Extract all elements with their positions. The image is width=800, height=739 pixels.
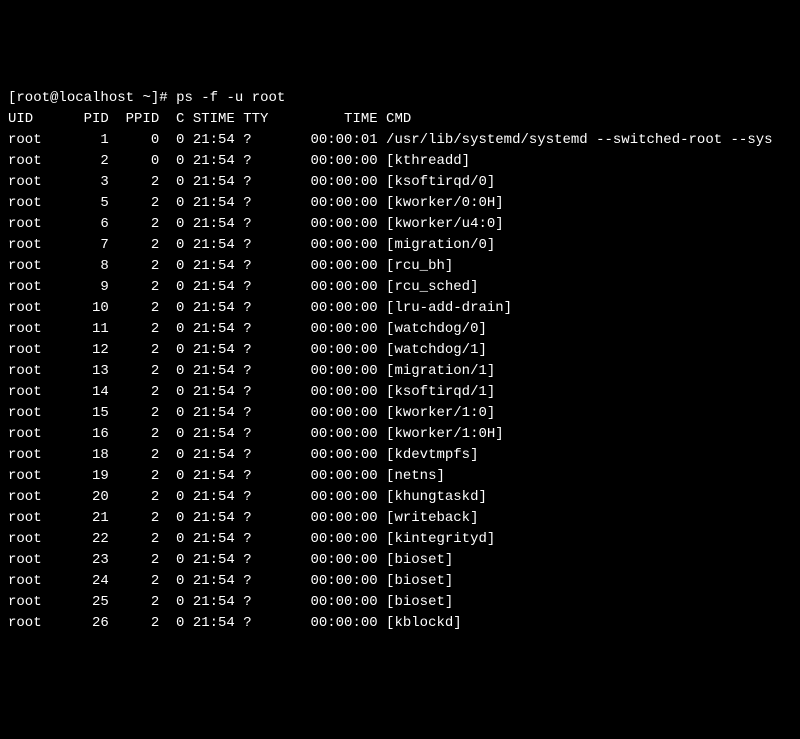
process-row: root 5 2 0 21:54 ? 00:00:00 [kworker/0:0… — [8, 195, 504, 211]
process-row: root 12 2 0 21:54 ? 00:00:00 [watchdog/1… — [8, 342, 487, 358]
process-row: root 2 0 0 21:54 ? 00:00:00 [kthreadd] — [8, 153, 470, 169]
ps-header-row: UID PID PPID C STIME TTY TIME CMD — [8, 111, 411, 127]
shell-prompt-line: [root@localhost ~]# ps -f -u root — [8, 90, 285, 106]
terminal-output[interactable]: [root@localhost ~]# ps -f -u root UID PI… — [8, 88, 792, 634]
process-row: root 8 2 0 21:54 ? 00:00:00 [rcu_bh] — [8, 258, 453, 274]
prompt-host: localhost — [58, 90, 134, 106]
process-row: root 25 2 0 21:54 ? 00:00:00 [bioset] — [8, 594, 453, 610]
prompt-dir: ~ — [142, 90, 150, 106]
process-row: root 20 2 0 21:54 ? 00:00:00 [khungtaskd… — [8, 489, 487, 505]
prompt-user: root — [16, 90, 50, 106]
process-row: root 24 2 0 21:54 ? 00:00:00 [bioset] — [8, 573, 453, 589]
process-row: root 23 2 0 21:54 ? 00:00:00 [bioset] — [8, 552, 453, 568]
process-row: root 13 2 0 21:54 ? 00:00:00 [migration/… — [8, 363, 495, 379]
process-list: root 1 0 0 21:54 ? 00:00:01 /usr/lib/sys… — [8, 130, 792, 634]
process-row: root 9 2 0 21:54 ? 00:00:00 [rcu_sched] — [8, 279, 478, 295]
process-row: root 7 2 0 21:54 ? 00:00:00 [migration/0… — [8, 237, 495, 253]
process-row: root 19 2 0 21:54 ? 00:00:00 [netns] — [8, 468, 445, 484]
process-row: root 15 2 0 21:54 ? 00:00:00 [kworker/1:… — [8, 405, 495, 421]
process-row: root 14 2 0 21:54 ? 00:00:00 [ksoftirqd/… — [8, 384, 495, 400]
process-row: root 10 2 0 21:54 ? 00:00:00 [lru-add-dr… — [8, 300, 512, 316]
process-row: root 16 2 0 21:54 ? 00:00:00 [kworker/1:… — [8, 426, 504, 442]
command-text: ps -f -u root — [176, 90, 285, 106]
process-row: root 11 2 0 21:54 ? 00:00:00 [watchdog/0… — [8, 321, 487, 337]
process-row: root 3 2 0 21:54 ? 00:00:00 [ksoftirqd/0… — [8, 174, 495, 190]
process-row: root 1 0 0 21:54 ? 00:00:01 /usr/lib/sys… — [8, 132, 773, 148]
prompt-close-bracket: ] — [151, 90, 159, 106]
process-row: root 22 2 0 21:54 ? 00:00:00 [kintegrity… — [8, 531, 495, 547]
process-row: root 6 2 0 21:54 ? 00:00:00 [kworker/u4:… — [8, 216, 504, 232]
process-row: root 26 2 0 21:54 ? 00:00:00 [kblockd] — [8, 615, 462, 631]
prompt-symbol: # — [159, 90, 167, 106]
process-row: root 18 2 0 21:54 ? 00:00:00 [kdevtmpfs] — [8, 447, 478, 463]
